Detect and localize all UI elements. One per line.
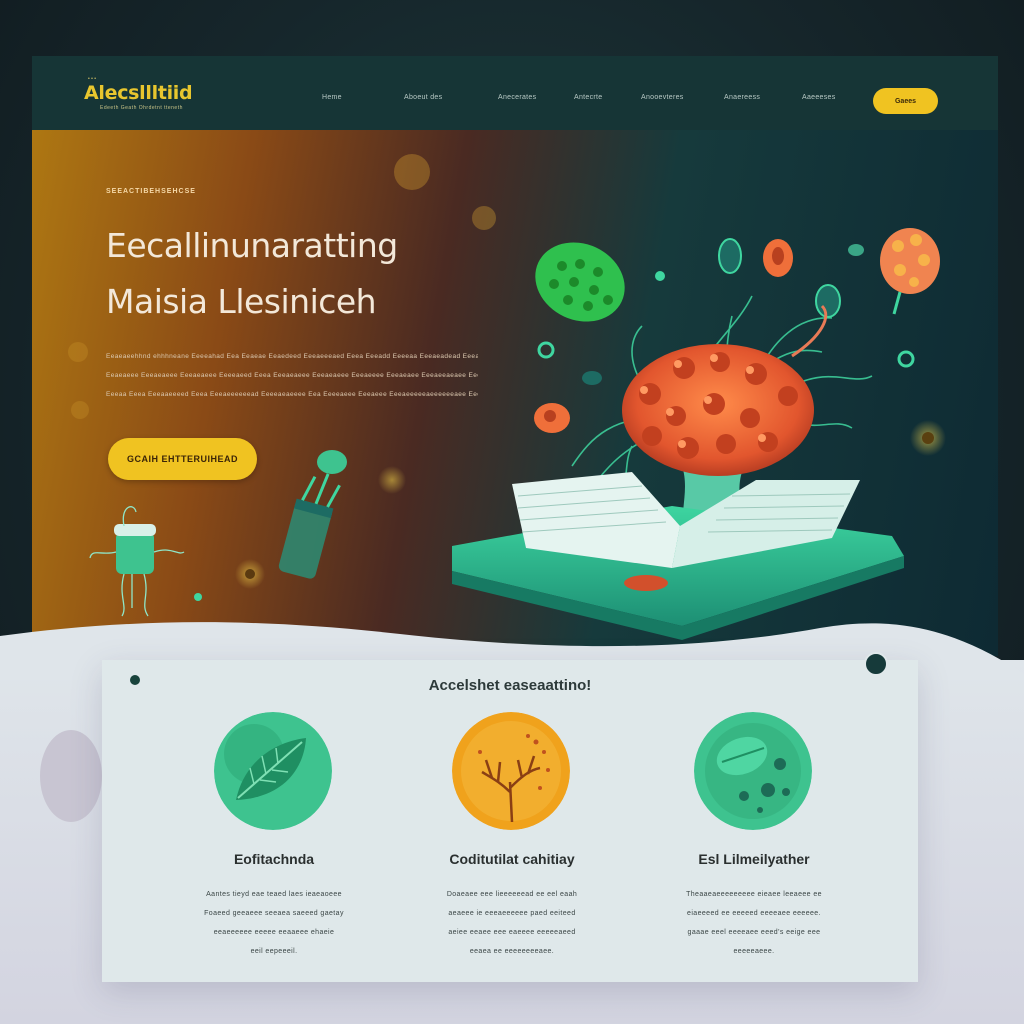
navbar: • • • Alecsllltiid Edeeth Geath Ohrdetnt… (32, 56, 998, 130)
hero-eyebrow: SEEACTIBEHSEHCSE (106, 188, 196, 195)
feature-title-1: Eofitachnda (233, 851, 315, 867)
feature-1-line-3: eeaeeeeee eeeee eeaaeee ehaeie (213, 929, 335, 936)
feature-3-line-3: gaaae eeel eeeeaee eeed's eeige eee (687, 929, 821, 936)
feature-body-3: Theaaeaeeeeeeeee eieaee leeaeee ee eiaee… (634, 885, 874, 961)
feature-1-line-2: Foaeed geeaeee seeaea saeeed gaetay (204, 910, 344, 917)
hero-title: Eecallinunaratting Maisia Llesiniceh (106, 218, 506, 330)
nav-cta-button[interactable]: Gaees (873, 88, 938, 114)
feature-1-line-1: Aantes tieyd eae teaed laes ieaeaoeee (206, 891, 342, 898)
feature-card-3[interactable]: Esl Lilmeilyather Theaaeaeeeeeeeee eieae… (634, 712, 874, 972)
feature-1-line-4: eeil eepeeeil. (250, 948, 298, 955)
hero-body-line-1: Eeaeaeehhnd ehhhneane Eeeeahad Eea Eeaea… (106, 353, 478, 360)
logo-tagline: Edeeth Geath Ohrdetnt tteneth (100, 105, 183, 111)
nav-item-home[interactable]: Heme (322, 94, 342, 101)
tree-icon (452, 712, 570, 830)
nav-menu: Heme Aboeut des Anecerates Antecrte Anoo… (322, 94, 842, 106)
feature-body-2: Doaeaee eee lieeeeeead ee eel eaah aeaee… (392, 885, 632, 961)
feature-2-line-4: eeaea ee eeeeeeeeaee. (469, 948, 555, 955)
feature-2-line-1: Doaeaee eee lieeeeeead ee eel eaah (446, 891, 578, 898)
logo[interactable]: • • • Alecsllltiid Edeeth Geath Ohrdetnt… (84, 76, 193, 111)
nav-item-4[interactable]: Antecrte (574, 94, 602, 101)
nav-item-3[interactable]: Anecerates (498, 94, 536, 101)
feature-2-line-2: aeaeee ie eeeaeeeeee paed eeiteed (448, 910, 576, 917)
nav-item-5[interactable]: Anooevteres (641, 94, 684, 101)
feature-body-1: Aantes tieyd eae teaed laes ieaeaoeee Fo… (154, 885, 394, 961)
hero-page: • • • Alecsllltiid Edeeth Geath Ohrdetnt… (32, 56, 998, 656)
feature-3-line-1: Theaaeaeeeeeeeee eieaee leeaeee ee (686, 891, 822, 898)
feature-2-line-3: aeiee eeaee eee eaeeee eeeeeaeed (448, 929, 576, 936)
feature-3-line-2: eiaeeeed ee eeeeed eeeeaee eeeeee. (687, 910, 821, 917)
feature-title-3: Esl Lilmeilyather (698, 851, 810, 867)
feature-card-1[interactable]: Eofitachnda Aantes tieyd eae teaed laes … (154, 712, 394, 972)
feature-3-line-4: eeeeeaeee. (733, 948, 775, 955)
decorative-blob (40, 730, 102, 822)
hero-title-line-2: Maisia Llesiniceh (106, 282, 377, 321)
hero-body: Eeaeaeehhnd ehhhneane Eeeeahad Eea Eeaea… (106, 347, 478, 404)
features-section: Accelshet easeaattino! Eofitachnda Aante… (102, 660, 918, 982)
leaf-icon (214, 712, 332, 830)
decorative-dot-right (864, 652, 888, 676)
hero-body-line-3: Eeeaa Eeea Eeeaaeeeed Eeea Eeeaeeeeeead … (106, 391, 478, 398)
hero-body-line-2: Eeaeaeee Eeeaeaeee Eeeaeaeee Eeeeaeed Ee… (106, 372, 478, 379)
features-title: Accelshet easeaattino! (428, 677, 592, 694)
hero-cta-button[interactable]: GCAIH EHTTERUIHEAD (108, 438, 257, 480)
cell-icon (694, 712, 812, 830)
feature-title-2: Coditutilat cahitiay (449, 851, 575, 867)
hero-title-line-1: Eecallinunaratting (106, 226, 398, 265)
nav-item-6[interactable]: Anaereess (724, 94, 760, 101)
logo-text: Alecsllltiid (84, 82, 193, 104)
feature-card-2[interactable]: Coditutilat cahitiay Doaeaee eee lieeeee… (392, 712, 632, 972)
nav-item-about[interactable]: Aboeut des (404, 94, 442, 101)
logo-mark: • • • (88, 76, 97, 82)
nav-item-7[interactable]: Aaeeeses (802, 94, 836, 101)
